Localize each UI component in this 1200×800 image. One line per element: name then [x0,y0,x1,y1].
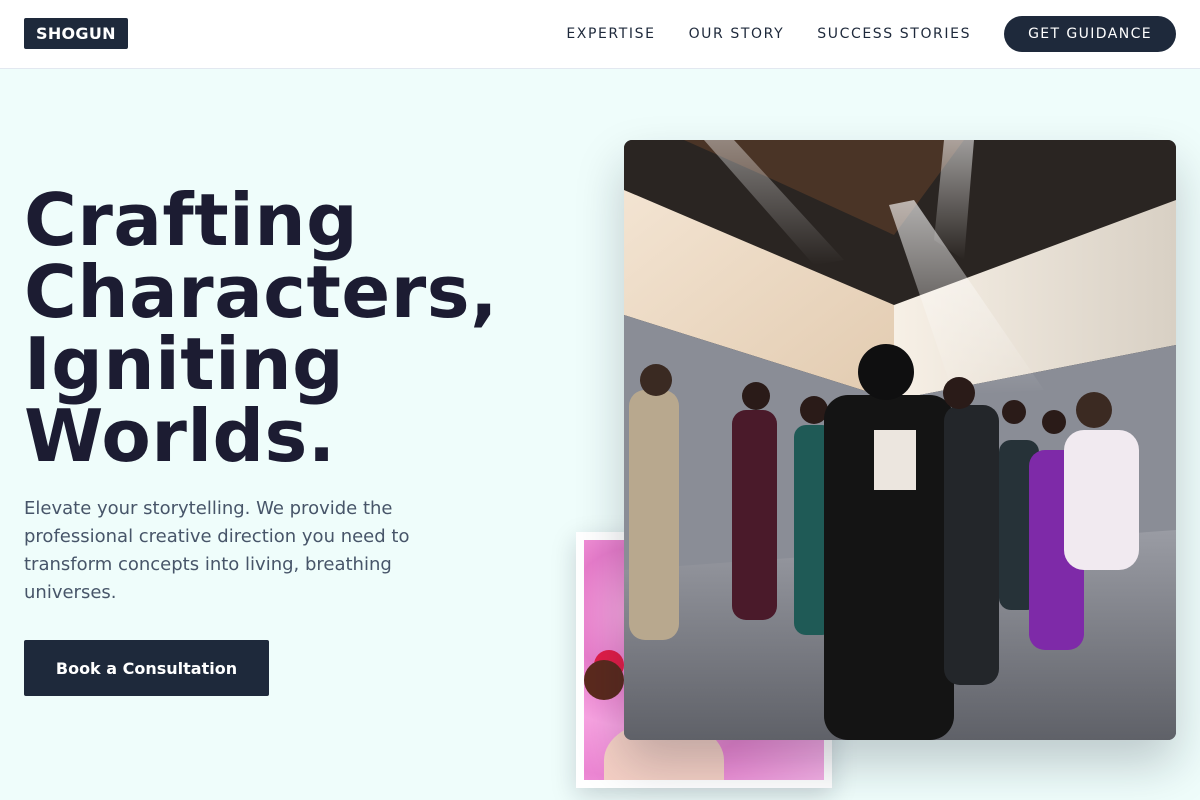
nav-links: EXPERTISE OUR STORY SUCCESS STORIES GET … [566,16,1176,52]
hero-title-line: Igniting [24,322,345,406]
hero-title: Crafting Characters, Igniting Worlds. [24,184,584,472]
nav-link-success-stories[interactable]: SUCCESS STORIES [817,16,971,52]
hero-title-line: Characters, [24,250,498,334]
logo[interactable]: SHOGUN [24,18,128,49]
candy-shape [584,660,624,700]
navbar: SHOGUN EXPERTISE OUR STORY SUCCESS STORI… [0,0,1200,69]
nav-link-our-story[interactable]: OUR STORY [689,16,785,52]
fashion-show-stage-image [624,140,1176,740]
nav-link-expertise[interactable]: EXPERTISE [566,16,655,52]
hero-title-line: Worlds. [24,394,336,478]
hero-description: Elevate your storytelling. We provide th… [24,498,410,603]
get-guidance-button[interactable]: GET GUIDANCE [1004,16,1176,52]
book-consultation-button[interactable]: Book a Consultation [24,640,269,696]
hero-title-line: Crafting [24,178,359,262]
fashion-show-stage-photo [624,140,1176,740]
